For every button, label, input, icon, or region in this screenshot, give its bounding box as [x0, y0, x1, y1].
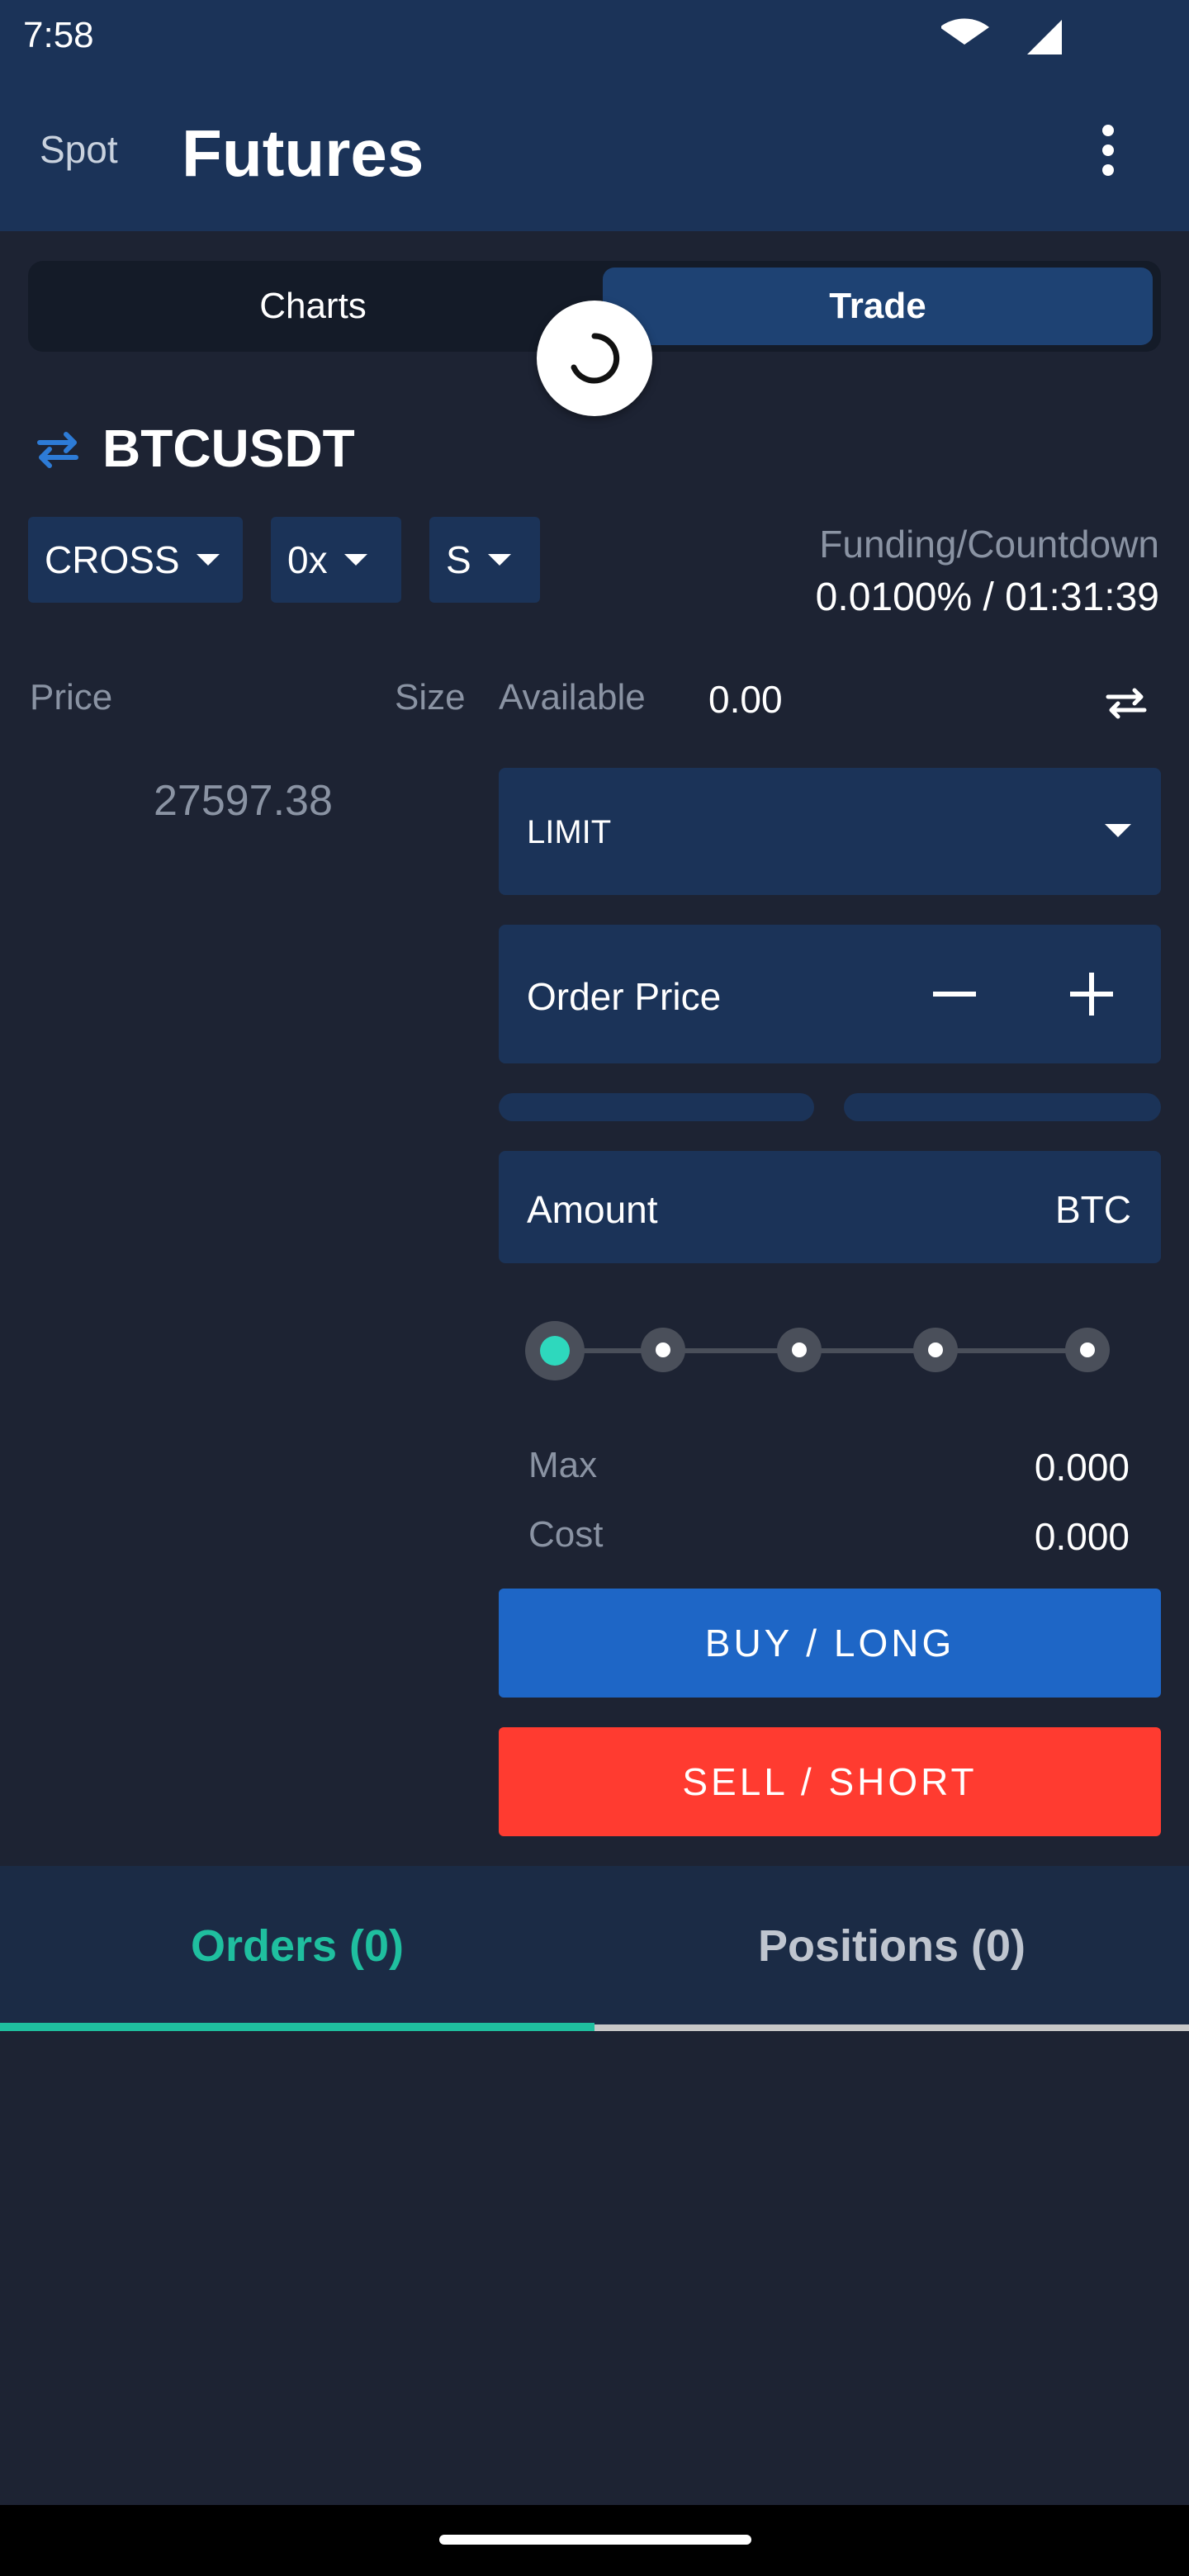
order-type-dropdown[interactable]: LIMIT — [499, 768, 1161, 895]
tab-indicator-active — [0, 2023, 594, 2031]
orderbook-size-header: Size — [395, 677, 466, 717]
chevron-down-icon — [343, 554, 367, 566]
slider-step-75[interactable] — [913, 1328, 958, 1372]
plus-icon[interactable] — [1065, 968, 1118, 1020]
loading-spinner — [537, 301, 652, 416]
chevron-down-icon — [1105, 824, 1131, 837]
price-quick-select-right[interactable] — [844, 1093, 1161, 1121]
orderbook-last-price[interactable]: 27597.38 — [154, 776, 333, 826]
slider-step-25[interactable] — [641, 1328, 685, 1372]
funding-value: 0.0100% / 01:31:39 — [815, 575, 1159, 619]
slider-track — [557, 1348, 1101, 1353]
buy-long-button[interactable]: BUY / LONG — [499, 1589, 1161, 1698]
orders-positions-tabs: Orders (0) Positions (0) — [0, 1866, 1189, 2031]
slider-step-50[interactable] — [777, 1328, 822, 1372]
tab-positions[interactable]: Positions (0) — [594, 1866, 1189, 2026]
segment-trade[interactable]: Trade — [603, 268, 1153, 345]
available-value: 0.00 — [708, 678, 783, 721]
side-label: S — [446, 538, 471, 581]
cost-value: 0.000 — [1034, 1515, 1130, 1558]
order-type-label: LIMIT — [527, 814, 612, 850]
transfer-icon[interactable] — [1103, 685, 1149, 722]
order-price-field[interactable]: Order Price — [499, 925, 1161, 1063]
tab-indicator-inactive — [594, 2024, 1189, 2031]
swap-symbol-icon[interactable] — [33, 429, 83, 471]
max-label: Max — [528, 1445, 598, 1485]
segment-charts[interactable]: Charts — [28, 261, 598, 352]
amount-label: Amount — [527, 1188, 658, 1231]
max-value: 0.000 — [1034, 1446, 1130, 1489]
chevron-down-icon — [487, 554, 511, 566]
slider-thumb[interactable] — [525, 1321, 585, 1380]
status-time: 7:58 — [23, 15, 94, 55]
slider-step-100[interactable] — [1065, 1328, 1110, 1372]
funding-label: Funding/Countdown — [819, 523, 1159, 566]
orderbook-price-header: Price — [30, 677, 113, 717]
home-gesture-handle[interactable] — [439, 2535, 751, 2545]
amount-percent-slider[interactable] — [525, 1321, 1135, 1380]
order-price-label: Order Price — [527, 975, 722, 1018]
more-options-icon[interactable] — [1092, 124, 1125, 177]
amount-unit: BTC — [1055, 1188, 1131, 1231]
tab-futures[interactable]: Futures — [182, 116, 424, 192]
cost-label: Cost — [528, 1514, 604, 1555]
price-quick-select-left[interactable] — [499, 1093, 814, 1121]
sell-short-button[interactable]: SELL / SHORT — [499, 1727, 1161, 1836]
spinner-icon — [571, 333, 620, 384]
margin-mode-label: CROSS — [45, 538, 180, 581]
wifi-signal-icon — [940, 18, 1062, 54]
status-icons — [940, 17, 1065, 58]
amount-field[interactable]: Amount BTC — [499, 1151, 1161, 1263]
side-dropdown[interactable]: S — [429, 517, 540, 603]
margin-mode-dropdown[interactable]: CROSS — [28, 517, 243, 603]
symbol-title: BTCUSDT — [102, 419, 355, 478]
tab-spot[interactable]: Spot — [40, 127, 118, 172]
leverage-dropdown[interactable]: 0x — [271, 517, 401, 603]
chevron-down-icon — [196, 554, 220, 566]
minus-icon[interactable] — [928, 968, 981, 1020]
available-label: Available — [499, 677, 646, 717]
tab-orders[interactable]: Orders (0) — [0, 1866, 594, 2026]
leverage-label: 0x — [287, 538, 328, 581]
